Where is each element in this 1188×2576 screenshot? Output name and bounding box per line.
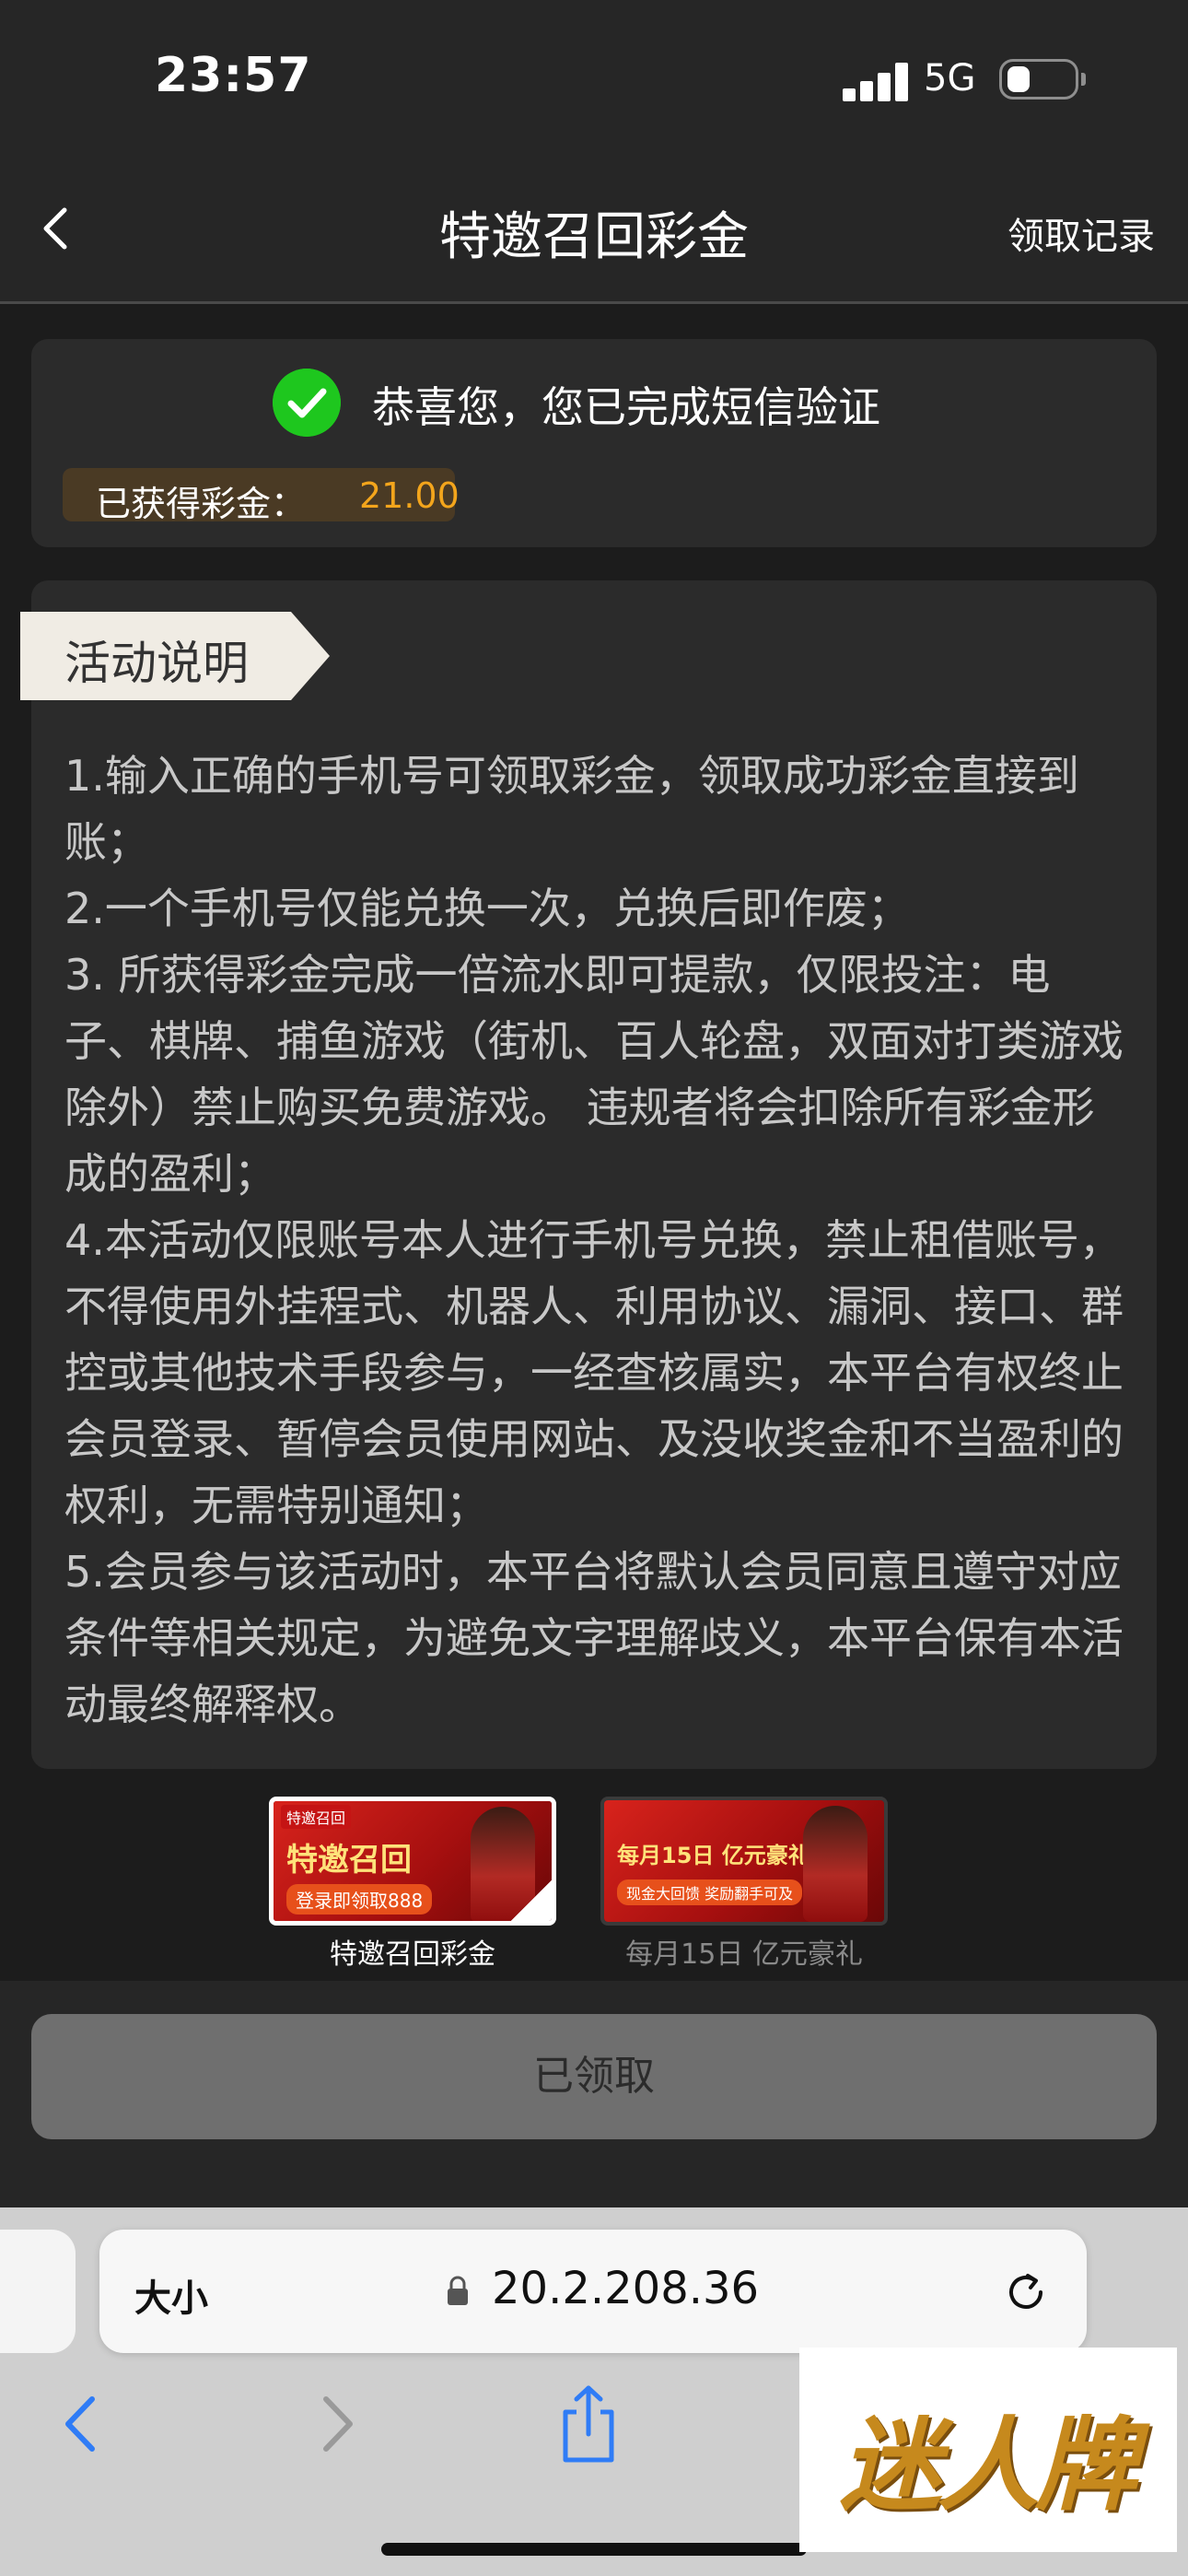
- nav-bar: 特邀召回彩金 领取记录: [0, 166, 1188, 304]
- bonus-badge: 已获得彩金： 21.00: [63, 468, 460, 524]
- home-indicator: [381, 2543, 807, 2556]
- url-text: 20.2.208.36: [492, 2263, 760, 2314]
- share-icon[interactable]: [556, 2383, 621, 2465]
- browser-back-icon[interactable]: [57, 2390, 103, 2458]
- text-size-button[interactable]: 大小: [134, 2268, 208, 2322]
- claim-record-link[interactable]: 领取记录: [1007, 206, 1155, 260]
- watermark-logo: 迷人牌: [799, 2348, 1177, 2552]
- rules-card: 1.输入正确的手机号可领取彩金，领取成功彩金直接到账； 2.一个手机号仅能兑换一…: [31, 580, 1157, 1769]
- promo-badge: 特邀召回: [281, 1805, 352, 1829]
- rule-item: 1.输入正确的手机号可领取彩金，领取成功彩金直接到账；: [64, 751, 1079, 867]
- previous-tab-preview[interactable]: [0, 2230, 76, 2353]
- bottom-panel: 已领取: [0, 1981, 1188, 2207]
- rule-item: 5.会员参与该活动时，本平台将默认会员同意且遵守对应条件等相关规定，为避免文字理…: [64, 1547, 1124, 1729]
- status-time: 23:57: [155, 48, 312, 103]
- watermark-text: 迷人牌: [840, 2406, 1136, 2524]
- bonus-value: 21.00: [359, 475, 460, 516]
- lock-icon: [448, 2276, 468, 2305]
- rule-item: 3. 所获得彩金完成一倍流水即可提款，仅限投注：电子、棋牌、捕鱼游戏（街机、百人…: [64, 950, 1124, 1199]
- selected-check-icon: [511, 1880, 552, 1921]
- browser-forward-icon[interactable]: [315, 2390, 361, 2458]
- promo-caption: 特邀召回彩金: [330, 1938, 495, 1971]
- promo-subtitle: 登录即领取888: [286, 1884, 433, 1914]
- promo-title: 每月15日 亿元豪礼: [617, 1843, 810, 1868]
- status-bar: 23:57 5G: [0, 0, 1188, 166]
- signal-icon: [843, 63, 909, 101]
- rule-item: 2.一个手机号仅能兑换一次，兑换后即作废；: [64, 884, 910, 933]
- rules-section-title: 活动说明: [64, 637, 249, 690]
- address-bar[interactable]: 大小 20.2.208.36: [99, 2230, 1087, 2353]
- promo-carousel: 特邀召回 特邀召回 登录即领取888 每月15日 亿元豪礼 现金大回馈 奖励翻手…: [0, 1797, 1188, 1981]
- rules-list: 1.输入正确的手机号可领取彩金，领取成功彩金直接到账； 2.一个手机号仅能兑换一…: [64, 743, 1133, 1738]
- rules-section-tag: 活动说明: [20, 612, 330, 700]
- promo-title: 特邀召回: [286, 1842, 412, 1879]
- battery-icon: [999, 59, 1086, 100]
- promo-caption: 每月15日 亿元豪礼: [625, 1938, 863, 1971]
- verification-card: 恭喜您，您已完成短信验证 已获得彩金： 21.00: [31, 339, 1157, 547]
- promo-model-image: [803, 1806, 868, 1922]
- promo-subtitle: 现金大回馈 奖励翻手可及: [617, 1879, 803, 1905]
- rule-item: 4.本活动仅限账号本人进行手机号兑换，禁止租借账号，不得使用外挂程式、机器人、利…: [64, 1215, 1124, 1530]
- verification-message: 恭喜您，您已完成短信验证: [372, 382, 880, 432]
- claimed-button[interactable]: 已领取: [31, 2014, 1157, 2139]
- reload-icon[interactable]: [1000, 2266, 1052, 2318]
- bonus-label: 已获得彩金：: [96, 484, 307, 524]
- promo-thumbnail[interactable]: 特邀召回 特邀召回 登录即领取888: [269, 1797, 556, 1926]
- check-circle-icon: [273, 369, 341, 437]
- network-type: 5G: [924, 57, 976, 100]
- promo-thumbnail[interactable]: 每月15日 亿元豪礼 现金大回馈 奖励翻手可及: [600, 1797, 888, 1926]
